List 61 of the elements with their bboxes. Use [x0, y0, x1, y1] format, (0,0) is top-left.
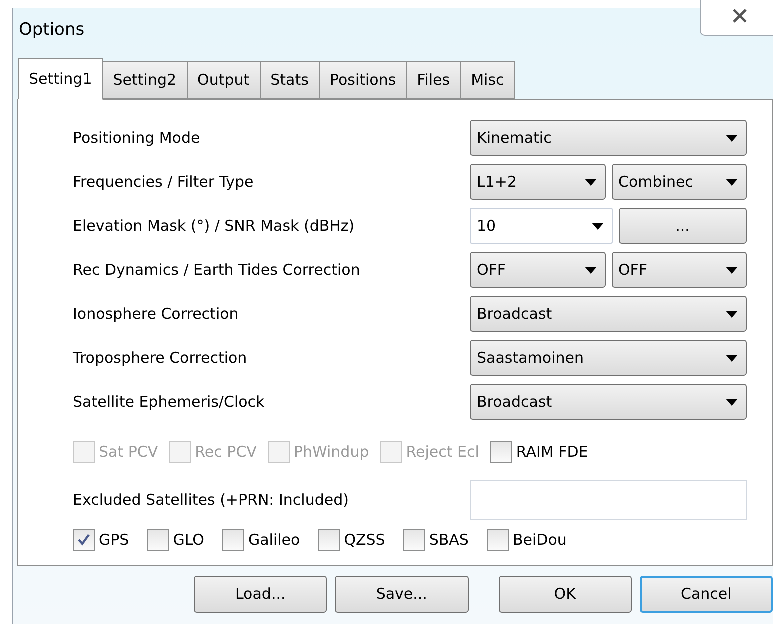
tab[interactable]: Setting1 [18, 58, 104, 100]
checkbox[interactable] [318, 529, 340, 551]
setting-label: Elevation Mask (°) / SNR Mask (dBHz) [73, 216, 356, 237]
excluded-satellites-field[interactable] [470, 480, 747, 520]
dialog-button[interactable]: OK [498, 576, 632, 612]
caret-icon [584, 266, 596, 274]
setting-label: Positioning Mode [73, 128, 202, 149]
close-icon [731, 8, 749, 24]
excluded-satellites-label: Excluded Satellites (+PRN: Included) [73, 490, 350, 511]
dialog-button[interactable]: Save... [335, 576, 468, 612]
checkbox-label: SBAS [429, 530, 469, 551]
dropdown[interactable]: Broadcast [470, 296, 747, 332]
caret-icon [726, 134, 738, 142]
caret-icon [726, 354, 738, 362]
dialog-button[interactable]: Load... [194, 576, 328, 612]
setting-label: Rec Dynamics / Earth Tides Correction [73, 260, 362, 281]
close-button[interactable] [700, 0, 773, 36]
tab[interactable]: Misc [460, 61, 516, 99]
dropdown[interactable]: Kinematic [470, 120, 747, 156]
dropdown[interactable]: Broadcast [470, 384, 747, 420]
checkbox[interactable] [403, 529, 426, 551]
checkbox-label: QZSS [344, 530, 386, 551]
more-button[interactable]: ... [618, 208, 747, 244]
checkbox[interactable] [222, 529, 244, 551]
check-icon [77, 533, 91, 547]
checkbox[interactable] [73, 529, 95, 551]
tab[interactable]: Positions [318, 61, 408, 99]
setting-label: Ionosphere Correction [73, 304, 240, 325]
combo-field[interactable]: 10 [470, 208, 612, 244]
checkbox-label: Rec PCV [195, 442, 257, 463]
window-title: Options [19, 18, 85, 42]
caret-icon [726, 178, 738, 186]
caret-icon [726, 398, 738, 406]
caret-icon [592, 222, 604, 230]
caret-icon [584, 178, 596, 186]
checkbox-label: PhWindup [294, 442, 370, 463]
tab[interactable]: Files [406, 61, 462, 99]
checkbox[interactable] [147, 529, 170, 551]
dropdown[interactable]: Saastamoinen [470, 340, 747, 376]
setting-label: Satellite Ephemeris/Clock [73, 392, 266, 413]
tab[interactable]: Setting2 [102, 61, 188, 99]
checkbox[interactable] [490, 441, 512, 463]
checkbox-label: Sat PCV [99, 442, 158, 463]
checkbox-label: Galileo [248, 530, 300, 551]
caret-icon [726, 310, 738, 318]
dropdown[interactable]: Combinec [612, 164, 747, 200]
tab[interactable]: Stats [260, 61, 320, 99]
checkbox-label: GLO [173, 530, 204, 551]
checkbox-label: Reject Ecl [406, 442, 480, 463]
dropdown[interactable]: OFF [612, 252, 747, 288]
caret-icon [726, 266, 738, 274]
checkbox-label: BeiDou [512, 530, 567, 551]
checkbox[interactable] [486, 529, 509, 551]
dialog-button[interactable]: Cancel [640, 576, 773, 612]
tab[interactable]: Output [186, 61, 261, 99]
dropdown[interactable]: OFF [470, 252, 606, 288]
checkbox-label: GPS [99, 530, 130, 551]
setting-label: Frequencies / Filter Type [73, 172, 255, 193]
checkbox-label: RAIM FDE [516, 442, 588, 463]
setting-label: Troposphere Correction [73, 348, 248, 369]
dropdown[interactable]: L1+2 [470, 164, 606, 200]
